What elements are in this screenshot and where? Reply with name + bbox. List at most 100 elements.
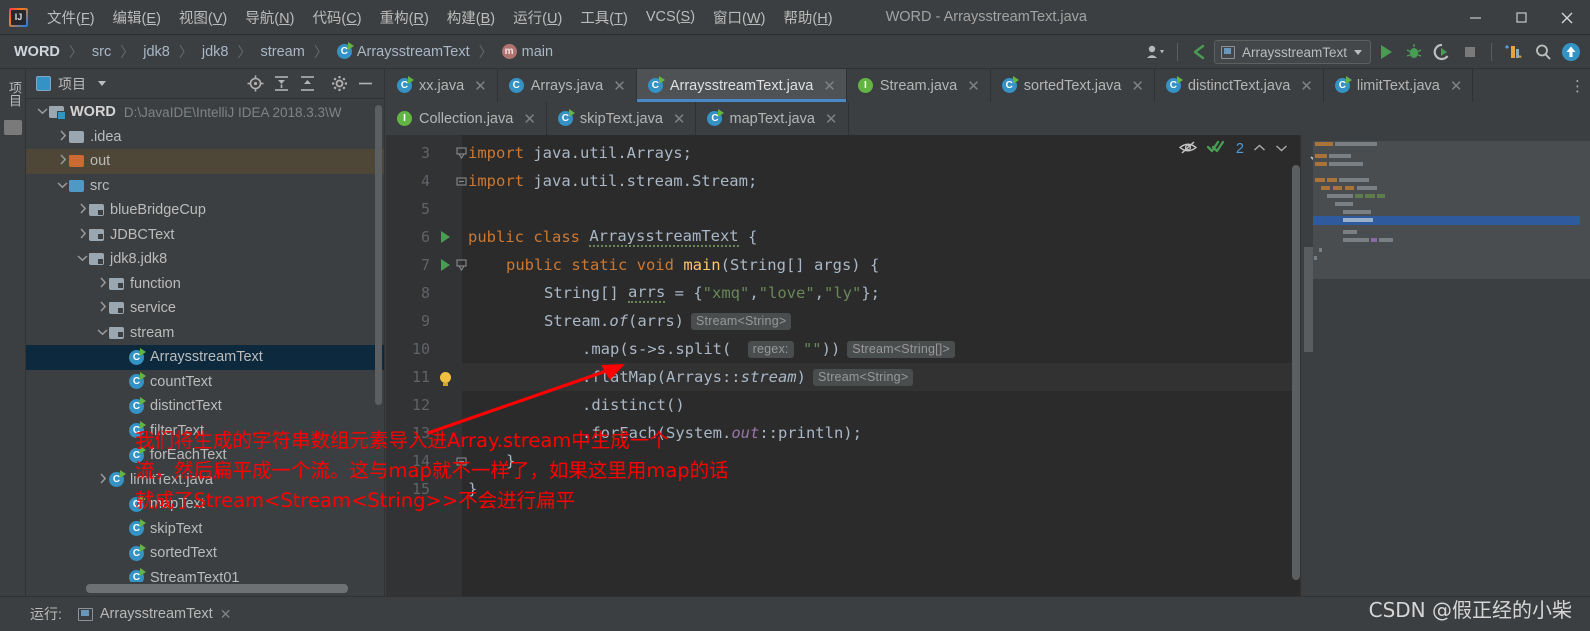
- run-button[interactable]: [1373, 39, 1399, 65]
- inspections-ok-icon[interactable]: [1206, 138, 1227, 159]
- editor-tab-limittext-java[interactable]: limitText.java ✕: [1324, 69, 1474, 102]
- close-icon[interactable]: ✕: [523, 110, 536, 128]
- chevron-down-icon[interactable]: [96, 327, 109, 339]
- tree-row-src[interactable]: src: [26, 174, 384, 199]
- close-icon[interactable]: ✕: [967, 77, 980, 95]
- code-line-9[interactable]: Stream. of (arrs) Stream<String>: [462, 307, 1294, 335]
- collapse-all-icon[interactable]: [299, 75, 316, 92]
- code-line-7[interactable]: public static void main (String[] args) {: [462, 251, 1294, 279]
- stripe-tab-project[interactable]: 项目: [0, 76, 29, 112]
- menu-item-12[interactable]: 帮助(H): [774, 4, 841, 31]
- close-icon[interactable]: ✕: [1131, 77, 1144, 95]
- search-icon[interactable]: [1530, 39, 1556, 65]
- hide-panel-icon[interactable]: [357, 75, 374, 92]
- chevron-right-icon[interactable]: [96, 301, 109, 315]
- menu-item-8[interactable]: 运行(U): [504, 4, 571, 31]
- menu-item-5[interactable]: 代码(C): [303, 4, 370, 31]
- gutter-run-icon[interactable]: [438, 251, 452, 279]
- editor-tab-collection-java[interactable]: Collection.java ✕: [386, 102, 547, 135]
- chevron-down-icon[interactable]: [98, 81, 106, 86]
- breadcrumb-item-stream[interactable]: stream: [258, 43, 306, 61]
- editor-tab-arrays-java[interactable]: Arrays.java ✕: [498, 69, 637, 102]
- tree-row-bluebridgecup[interactable]: blueBridgeCup: [26, 198, 384, 223]
- tree-row-skiptext[interactable]: skipText: [26, 517, 384, 542]
- run-configuration-selector[interactable]: ArraysstreamText: [1213, 40, 1371, 64]
- editor-tab-xx-java[interactable]: xx.java ✕: [386, 69, 498, 102]
- tree-row--idea[interactable]: .idea: [26, 125, 384, 150]
- user-switch-icon[interactable]: [1143, 39, 1169, 65]
- close-button[interactable]: [1544, 0, 1590, 35]
- close-icon[interactable]: ✕: [474, 77, 487, 95]
- menu-item-11[interactable]: 窗口(W): [704, 4, 774, 31]
- close-icon[interactable]: ✕: [1450, 77, 1463, 95]
- tree-row-service[interactable]: service: [26, 296, 384, 321]
- tree-row-arraysstreamtext[interactable]: ArraysstreamText: [26, 345, 384, 370]
- close-icon[interactable]: ✕: [823, 77, 836, 95]
- run-tool-window-label[interactable]: 运行:: [30, 604, 62, 624]
- breadcrumb-item-main[interactable]: main: [500, 43, 555, 61]
- close-icon[interactable]: ✕: [825, 110, 838, 128]
- chevron-up-icon[interactable]: [1253, 142, 1266, 156]
- code-line-5[interactable]: [462, 195, 1294, 223]
- breadcrumb-item-jdk8[interactable]: jdk8: [200, 43, 231, 61]
- code-line-8[interactable]: String[] arrs = {"xmq", "love", "ly"};: [462, 279, 1294, 307]
- locate-icon[interactable]: [247, 75, 264, 92]
- tree-row-jdbctext[interactable]: JDBCText: [26, 223, 384, 248]
- debug-button[interactable]: [1401, 39, 1427, 65]
- editor-minimap[interactable]: [1300, 135, 1590, 596]
- gutter-run-icon[interactable]: [438, 223, 452, 251]
- menu-item-4[interactable]: 导航(N): [236, 4, 303, 31]
- chevron-down-icon[interactable]: [36, 106, 49, 118]
- editor-tab-stream-java[interactable]: Stream.java ✕: [847, 69, 991, 102]
- breadcrumb-item-word[interactable]: WORD: [12, 43, 62, 61]
- minimize-button[interactable]: [1452, 0, 1498, 35]
- back-arrow-icon[interactable]: [1186, 39, 1212, 65]
- tree-row-distincttext[interactable]: distinctText: [26, 394, 384, 419]
- menu-item-9[interactable]: 工具(T): [571, 4, 637, 31]
- editor-tab-sortedtext-java[interactable]: sortedText.java ✕: [991, 69, 1155, 102]
- code-line-6[interactable]: public class ArraysstreamText {: [462, 223, 1294, 251]
- tree-row-function[interactable]: function: [26, 272, 384, 297]
- settings-gear-icon[interactable]: [331, 75, 348, 92]
- menu-item-6[interactable]: 重构(R): [371, 4, 438, 31]
- menu-item-2[interactable]: 编辑(E): [104, 4, 170, 31]
- breadcrumb-item-jdk8[interactable]: jdk8: [141, 43, 172, 61]
- chevron-right-icon[interactable]: [96, 473, 109, 487]
- chevron-down-icon[interactable]: [1275, 142, 1288, 156]
- chevron-down-icon[interactable]: [76, 253, 89, 265]
- build-project-icon[interactable]: [1500, 39, 1528, 65]
- close-icon[interactable]: ✕: [1300, 77, 1313, 95]
- maximize-button[interactable]: [1498, 0, 1544, 35]
- tree-row-out[interactable]: out: [26, 149, 384, 174]
- code-fold-icon[interactable]: [453, 167, 469, 195]
- chevron-right-icon[interactable]: [76, 228, 89, 242]
- run-tab[interactable]: ArraysstreamText ✕: [77, 606, 232, 623]
- code-fold-icon[interactable]: [453, 251, 469, 279]
- hide-inspections-icon[interactable]: [1178, 139, 1198, 159]
- editor-vertical-scrollbar[interactable]: [1292, 165, 1300, 580]
- chevron-right-icon[interactable]: [56, 130, 69, 144]
- tree-row-sortedtext[interactable]: sortedText: [26, 541, 384, 566]
- chevron-right-icon[interactable]: [96, 277, 109, 291]
- close-icon[interactable]: ✕: [220, 606, 232, 623]
- breadcrumb-item-arraysstreamtext[interactable]: ArraysstreamText: [335, 42, 472, 61]
- menu-item-3[interactable]: 视图(V): [170, 4, 236, 31]
- tree-row-streamtext01[interactable]: StreamText01: [26, 566, 384, 582]
- close-icon[interactable]: ✕: [613, 77, 626, 95]
- menu-item-1[interactable]: 文件(F): [38, 4, 104, 31]
- tree-row-stream[interactable]: stream: [26, 321, 384, 346]
- update-project-icon[interactable]: [1558, 39, 1584, 65]
- editor-tab-arraysstreamtext-java[interactable]: ArraysstreamText.java ✕: [636, 69, 847, 102]
- menu-item-10[interactable]: VCS(S): [637, 6, 704, 28]
- stop-button[interactable]: [1457, 39, 1483, 65]
- project-horizontal-scrollbar[interactable]: [86, 584, 348, 593]
- chevron-right-icon[interactable]: [56, 154, 69, 168]
- editor-tab-skiptext-java[interactable]: skipText.java ✕: [547, 102, 697, 135]
- expand-all-icon[interactable]: [273, 75, 290, 92]
- code-fold-icon[interactable]: [453, 139, 469, 167]
- menu-item-7[interactable]: 构建(B): [438, 4, 504, 31]
- minimap-thumb[interactable]: [1304, 247, 1313, 352]
- chevron-right-icon[interactable]: [76, 203, 89, 217]
- breadcrumb-item-src[interactable]: src: [90, 43, 113, 61]
- code-line-3[interactable]: import java.util.Arrays;: [462, 139, 1294, 167]
